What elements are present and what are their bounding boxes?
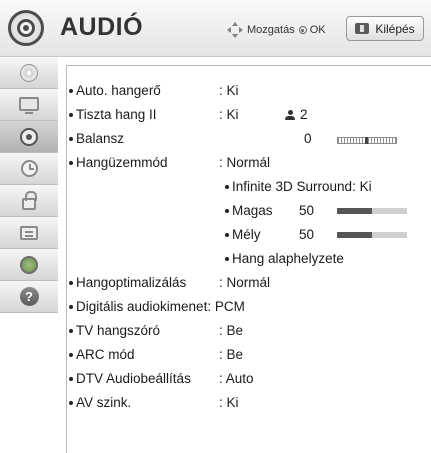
lock-icon [22,190,37,210]
av-sync-label: AV szink. [76,395,132,410]
sidebar-item-audio[interactable] [0,121,58,153]
bullet-icon [69,305,73,309]
balance-value: 0 [304,131,312,146]
av-sync-value: : Ki [219,395,239,410]
dpad-icon [227,22,243,38]
bass-label: Mély [232,227,261,242]
bullet-icon [69,281,73,285]
bullet-icon [69,137,73,141]
ok-hint-text: OK [309,24,326,36]
speaker-icon [8,10,44,46]
treble-value: 50 [299,203,315,218]
tv-speaker-label: TV hangszóró [76,323,161,338]
auto-volume-value: : Ki [219,83,239,98]
clear-voice-label: Tiszta hang II [76,107,157,122]
tv-icon [19,96,39,114]
options-icon [20,225,38,240]
bullet-icon [69,377,73,381]
clear-voice-value: : Ki [219,107,239,122]
bass-slider[interactable] [337,232,407,238]
exit-key-icon [355,23,370,34]
bass-slider-fill [337,232,372,238]
auto-volume-label: Auto. hangerő [76,83,161,98]
exit-label: Kilépés [375,21,415,36]
menu-row-balance[interactable]: Balansz 0 [67,127,427,151]
surround-label: Infinite 3D Surround: Ki [232,179,372,194]
bullet-icon [225,257,229,261]
bass-value: 50 [299,227,315,242]
disc-icon [20,63,38,82]
menu-row-sound-optimizer[interactable]: Hangoptimalizálás : Normál [67,271,427,295]
audio-menu-screen: AUDIÓ Mozgatás OK Kilépés ? Auto. hanger… [0,0,431,453]
menu-row-treble[interactable]: Magas 50 [67,199,427,223]
menu-row-surround[interactable]: Infinite 3D Surround: Ki [67,175,427,199]
menu-row-digital-audio-out[interactable]: Digitális audiokimenet: PCM [67,295,427,319]
menu-row-sound-reset[interactable]: Hang alaphelyzete [67,247,427,271]
speaker-icon [20,127,38,146]
category-sidebar: ? [0,57,58,313]
treble-label: Magas [232,203,273,218]
sound-reset-label: Hang alaphelyzete [232,251,344,266]
audio-settings-list: Auto. hangerő : Ki Tiszta hang II : Ki 2… [66,65,431,453]
dtv-audio-value: : Auto [219,371,254,386]
menu-row-av-sync[interactable]: AV szink. : Ki [67,391,427,415]
sidebar-item-support[interactable]: ? [0,281,58,313]
arc-mode-value: : Be [219,347,244,362]
bullet-icon [69,401,73,405]
menu-header: AUDIÓ Mozgatás OK Kilépés [0,0,431,57]
digital-out-value: : PCM [207,299,245,314]
tv-speaker-value: : Be [219,323,244,338]
bullet-icon [69,161,73,165]
sound-optimizer-value: : Normál [219,275,271,290]
dtv-audio-label: DTV Audiobeállítás [76,371,191,386]
bullet-icon [225,209,229,213]
sidebar-item-picture[interactable] [0,89,58,121]
network-icon [20,255,38,274]
sidebar-item-options[interactable] [0,217,58,249]
menu-row-auto-volume[interactable]: Auto. hangerő : Ki [67,79,427,103]
sound-mode-value: : Normál [219,155,271,170]
menu-row-dtv-audio[interactable]: DTV Audiobeállítás : Auto [67,367,427,391]
clear-voice-level: 2 [300,107,308,122]
clock-icon [20,160,38,177]
sidebar-item-picture-wizard[interactable] [0,57,58,89]
voice-person-icon [284,109,296,121]
sound-mode-label: Hangüzemmód [76,155,168,170]
sidebar-item-lock[interactable] [0,185,58,217]
sound-optimizer-label: Hangoptimalizálás [76,275,187,290]
page-title: AUDIÓ [60,13,144,41]
navigation-hint: Mozgatás OK [227,22,326,38]
sidebar-item-time[interactable] [0,153,58,185]
nav-hint-text: Mozgatás [247,24,295,36]
bullet-icon [69,89,73,93]
menu-row-sound-mode[interactable]: Hangüzemmód : Normál [67,151,427,175]
menu-row-arc-mode[interactable]: ARC mód : Be [67,343,427,367]
sidebar-item-network[interactable] [0,249,58,281]
menu-row-clear-voice[interactable]: Tiszta hang II : Ki 2 [67,103,427,127]
arc-mode-label: ARC mód [76,347,135,362]
treble-slider-fill [337,208,372,214]
digital-out-label: Digitális audiokimenet [76,299,208,314]
menu-row-bass[interactable]: Mély 50 [67,223,427,247]
balance-slider[interactable] [337,137,397,144]
bullet-icon [69,329,73,333]
help-icon: ? [19,287,39,306]
balance-label: Balansz [76,131,125,146]
exit-button[interactable]: Kilépés [346,16,424,41]
bullet-icon [69,113,73,117]
bullet-icon [69,353,73,357]
treble-slider[interactable] [337,208,407,214]
bullet-icon [225,233,229,237]
ok-icon [298,26,307,34]
menu-row-tv-speaker[interactable]: TV hangszóró : Be [67,319,427,343]
bullet-icon [225,185,229,189]
